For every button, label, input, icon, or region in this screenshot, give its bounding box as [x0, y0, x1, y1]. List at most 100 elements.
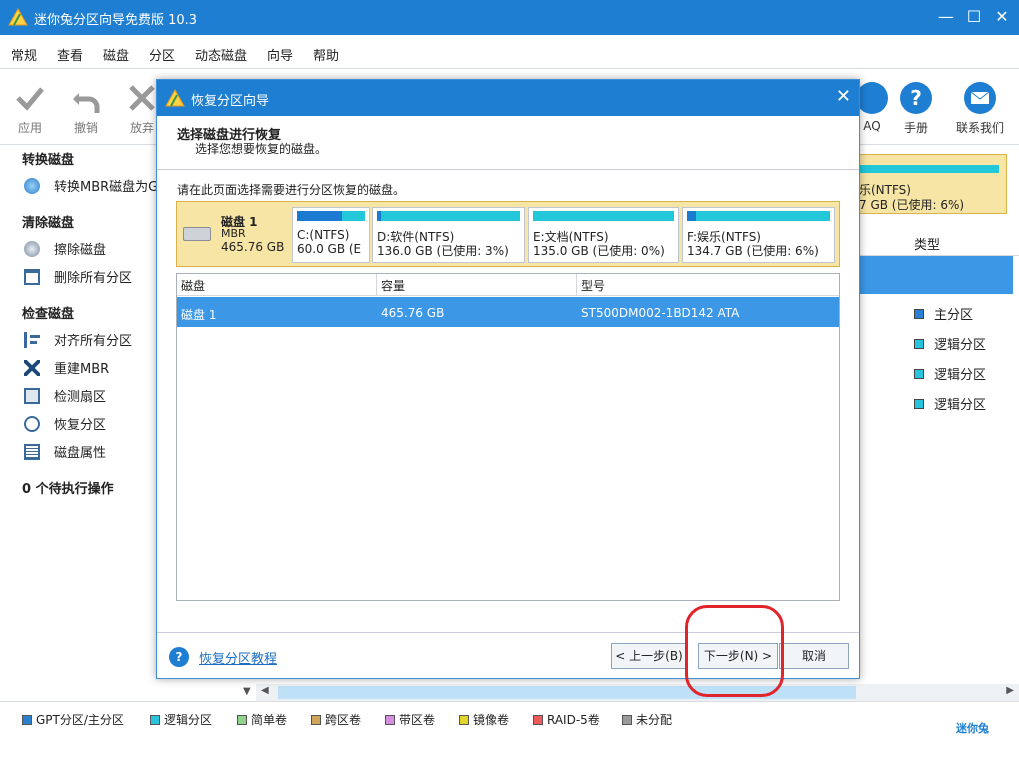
legend-swatch	[22, 715, 32, 725]
legend-swatch	[237, 715, 247, 725]
wipe-disk-icon	[24, 241, 40, 257]
title-bar: 迷你兔分区向导免费版 10.3 — ☐ ✕	[0, 0, 1019, 35]
menu-general[interactable]: 常规	[11, 45, 37, 64]
section-check-disk: 检查磁盘	[22, 307, 75, 322]
apply-button[interactable]: 应用	[4, 75, 56, 136]
scroll-left-icon[interactable]: ◀	[261, 685, 269, 696]
menu-dynamic-disk[interactable]: 动态磁盘	[195, 45, 247, 64]
brand-logo: 迷你兔	[956, 722, 989, 735]
manual-button[interactable]: ? 手册	[890, 75, 942, 136]
apply-label: 应用	[17, 121, 42, 135]
legend-label: 跨区卷	[325, 713, 362, 727]
partition-e[interactable]: E:文档(NTFS) 135.0 GB (已使用: 0%)	[528, 207, 679, 263]
dialog-close-button[interactable]: ✕	[836, 86, 851, 107]
disk-map[interactable]: 磁盘 1 MBR 465.76 GB C:(NTFS) 60.0 GB (E D…	[176, 201, 840, 267]
legend-label: GPT分区/主分区	[36, 713, 124, 727]
table-row[interactable]: 磁盘 1 465.76 GB ST500DM002-1BD142 ATA	[177, 297, 839, 327]
maximize-button[interactable]: ☐	[962, 6, 986, 28]
column-header-model[interactable]: 型号	[577, 274, 839, 296]
undo-button[interactable]: 撤销	[60, 75, 112, 136]
tools-icon	[24, 360, 40, 376]
convert-icon	[24, 178, 40, 194]
legend-label: RAID-5卷	[547, 713, 600, 727]
sidebar-item-wipe-disk[interactable]: 擦除磁盘	[24, 239, 106, 258]
tutorial-link[interactable]: 恢复分区教程	[199, 648, 277, 667]
legend-swatch	[622, 715, 632, 725]
menu-disk[interactable]: 磁盘	[103, 45, 129, 64]
faq-label: AQ	[863, 119, 881, 133]
legend-swatch	[533, 715, 543, 725]
close-button[interactable]: ✕	[990, 6, 1014, 28]
legend-mirrored: 镜像卷	[459, 711, 509, 728]
recover-icon	[24, 416, 40, 432]
legend-swatch	[459, 715, 469, 725]
partition-label: C:(NTFS)	[297, 228, 350, 242]
type-row: 逻辑分区	[914, 334, 986, 353]
sidebar-item-label: 重建MBR	[54, 362, 110, 377]
sidebar-item-label: 检测扇区	[54, 390, 107, 405]
help-icon[interactable]: ?	[169, 647, 189, 667]
back-button[interactable]: < 上一步(B)	[611, 643, 687, 669]
partition-size: 135.0 GB (已使用: 0%)	[533, 244, 665, 258]
selected-row[interactable]	[858, 256, 1013, 294]
disk-type: MBR	[221, 227, 246, 240]
disk-info[interactable]: 磁盘 1 MBR 465.76 GB	[179, 205, 291, 263]
legend-logical: 逻辑分区	[150, 711, 212, 728]
manual-label: 手册	[903, 121, 928, 135]
partition-block-f[interactable]: 乐(NTFS) 7 GB (已使用: 6%)	[858, 154, 1007, 214]
menu-partition[interactable]: 分区	[149, 45, 175, 64]
type-row: 逻辑分区	[914, 394, 986, 413]
sidebar-item-align-all[interactable]: 对齐所有分区	[24, 330, 132, 349]
cancel-button[interactable]: 取消	[779, 643, 849, 669]
partition-c[interactable]: C:(NTFS) 60.0 GB (E	[292, 207, 370, 263]
cell-model: ST500DM002-1BD142 ATA	[581, 306, 740, 320]
sidebar-item-label: 对齐所有分区	[54, 334, 133, 349]
usage-fill	[377, 211, 382, 221]
partition-size: 136.0 GB (已使用: 3%)	[377, 244, 509, 258]
legend-label: 镜像卷	[473, 713, 510, 727]
menu-help[interactable]: 帮助	[313, 45, 339, 64]
minimize-button[interactable]: —	[934, 6, 958, 28]
sidebar-item-surface-test[interactable]: 检测扇区	[24, 386, 106, 405]
trash-icon	[24, 269, 40, 285]
usage-bar	[297, 211, 365, 221]
sidebar-item-label: 恢复分区	[54, 418, 107, 433]
partition-f[interactable]: F:娱乐(NTFS) 134.7 GB (已使用: 6%)	[682, 207, 835, 263]
legend-striped: 带区卷	[385, 711, 435, 728]
app-title: 迷你兔分区向导免费版 10.3	[34, 13, 198, 28]
dialog-header: 选择磁盘进行恢复 选择您想要恢复的磁盘。	[157, 116, 859, 170]
sidebar-item-disk-properties[interactable]: 磁盘属性	[24, 442, 106, 461]
menu-bar: 常规 查看 磁盘 分区 动态磁盘 向导 帮助	[0, 35, 1019, 69]
hard-disk-icon	[183, 227, 211, 241]
legend-label: 简单卷	[251, 713, 288, 727]
logical-swatch	[914, 399, 924, 409]
discard-icon	[129, 85, 155, 111]
sidebar-item-rebuild-mbr[interactable]: 重建MBR	[24, 358, 109, 377]
type-label: 主分区	[934, 308, 974, 323]
horizontal-scrollbar[interactable]: ◀ ▶	[256, 684, 1019, 701]
scroll-right-icon[interactable]: ▶	[1006, 685, 1014, 696]
partition-size: 60.0 GB (E	[297, 242, 362, 256]
legend-swatch	[150, 715, 160, 725]
legend-bar: GPT分区/主分区 逻辑分区 简单卷 跨区卷 带区卷 镜像卷 RAID-5卷 未…	[0, 701, 1019, 759]
menu-view[interactable]: 查看	[57, 45, 83, 64]
menu-wizard[interactable]: 向导	[267, 45, 293, 64]
type-row: 主分区	[914, 304, 973, 323]
faq-icon	[856, 82, 888, 114]
sidebar-item-recover-partition[interactable]: 恢复分区	[24, 414, 106, 433]
sidebar-item-convert-mbr-gpt[interactable]: 转换MBR磁盘为GP	[24, 176, 166, 195]
app-logo-icon	[8, 7, 28, 26]
partition-d[interactable]: D:软件(NTFS) 136.0 GB (已使用: 3%)	[372, 207, 525, 263]
cell-capacity: 465.76 GB	[381, 306, 445, 320]
scroll-down-icon[interactable]: ▼	[243, 686, 251, 697]
section-convert-disk: 转换磁盘	[22, 153, 75, 168]
partition-size: 134.7 GB (已使用: 6%)	[687, 244, 819, 258]
legend-swatch	[311, 715, 321, 725]
sidebar-item-delete-all[interactable]: 删除所有分区	[24, 267, 132, 286]
primary-swatch	[914, 309, 924, 319]
contact-button[interactable]: 联系我们	[950, 75, 1010, 136]
dialog-instruction: 请在此页面选择需要进行分区恢复的磁盘。	[177, 183, 406, 197]
column-header-disk[interactable]: 磁盘	[177, 274, 377, 296]
column-header-capacity[interactable]: 容量	[377, 274, 577, 296]
usage-fill	[297, 211, 342, 221]
